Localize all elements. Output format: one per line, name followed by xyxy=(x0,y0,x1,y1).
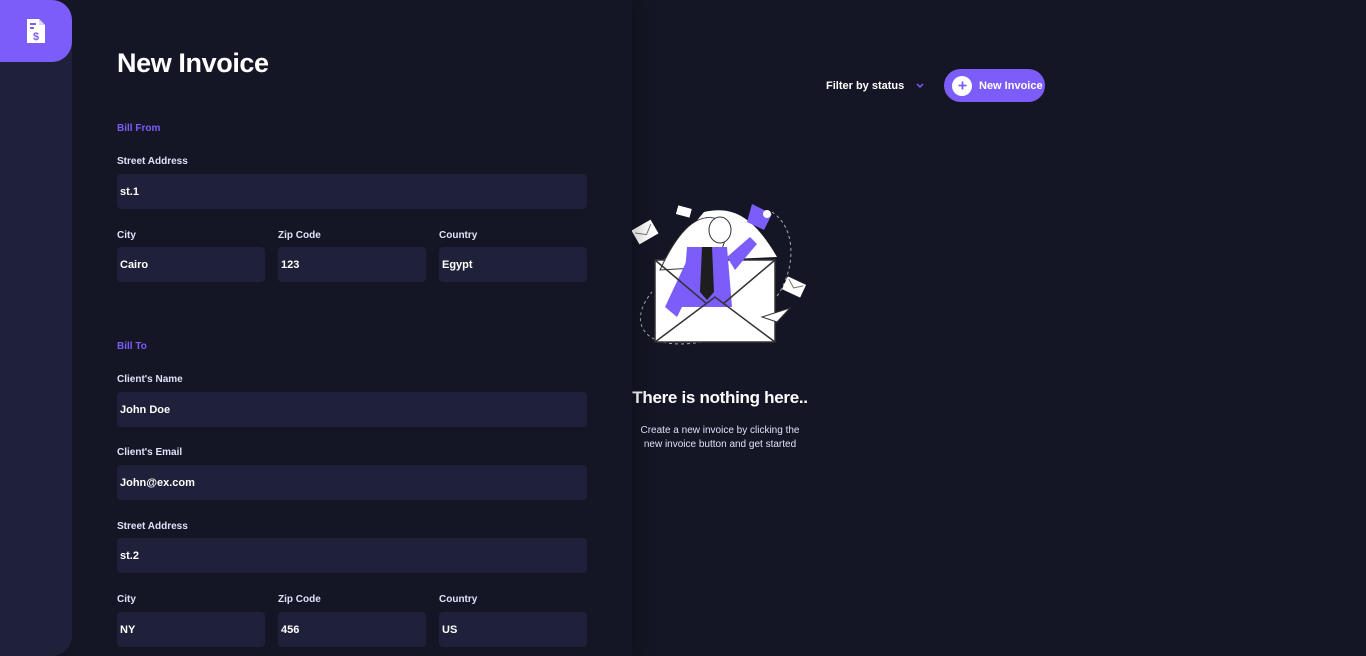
app-root: $ Filter by status New Invoice There is … xyxy=(0,0,1366,656)
client-email-label: Client's Email xyxy=(117,447,183,458)
bill-to-heading: Bill To xyxy=(117,341,147,352)
chevron-down-icon xyxy=(916,83,924,89)
bill-from-heading: Bill From xyxy=(117,123,161,134)
empty-state-line-2: new invoice button and get started xyxy=(643,439,797,450)
new-invoice-drawer: New Invoice Bill From Street Address Cit… xyxy=(0,0,632,656)
from-street-input[interactable] xyxy=(117,174,587,209)
filter-by-status-dropdown[interactable]: Filter by status xyxy=(826,78,924,94)
from-country-label: Country xyxy=(439,230,478,241)
invoice-dollar-icon: $ xyxy=(27,19,45,43)
client-name-input[interactable] xyxy=(117,392,587,427)
from-city-input[interactable] xyxy=(117,247,265,282)
empty-state-line-1: Create a new invoice by clicking the xyxy=(640,425,800,436)
client-name-label: Client's Name xyxy=(117,374,183,385)
filter-label: Filter by status xyxy=(826,80,905,92)
from-country-input[interactable] xyxy=(439,247,587,282)
svg-text:$: $ xyxy=(33,31,39,43)
drawer-title: New Invoice xyxy=(117,48,269,78)
to-country-label: Country xyxy=(439,594,478,605)
to-zip-label: Zip Code xyxy=(278,594,321,605)
empty-state-text: Create a new invoice by clicking the new… xyxy=(620,424,820,452)
to-street-input[interactable] xyxy=(117,538,587,573)
new-invoice-button[interactable]: New Invoice xyxy=(944,69,1045,102)
to-street-label: Street Address xyxy=(117,521,188,532)
from-city-label: City xyxy=(117,230,136,241)
client-email-input[interactable] xyxy=(117,465,587,500)
to-zip-input[interactable] xyxy=(278,612,426,647)
plus-icon xyxy=(952,75,972,96)
from-zip-input[interactable] xyxy=(278,247,426,282)
logo-button[interactable]: $ xyxy=(0,0,72,62)
empty-mailbox-illustration xyxy=(632,204,807,345)
to-country-input[interactable] xyxy=(439,612,587,647)
to-city-input[interactable] xyxy=(117,612,265,647)
from-street-label: Street Address xyxy=(117,156,188,167)
new-invoice-button-label: New Invoice xyxy=(979,79,1043,92)
to-city-label: City xyxy=(117,594,136,605)
empty-state-title: There is nothing here.. xyxy=(632,388,808,407)
sidebar: $ xyxy=(0,0,72,656)
from-zip-label: Zip Code xyxy=(278,230,321,241)
